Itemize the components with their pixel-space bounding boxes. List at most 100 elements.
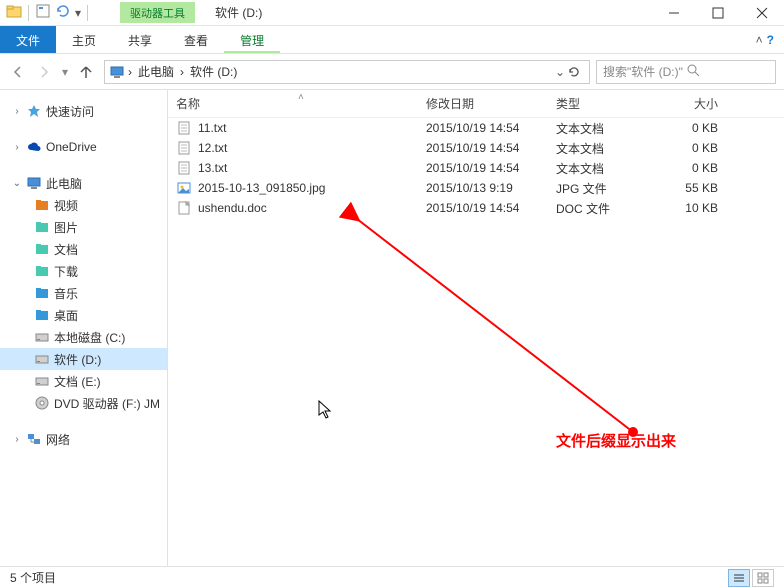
tree-label: 音乐	[54, 285, 78, 302]
qat-properties-icon[interactable]	[35, 3, 51, 22]
tree-child-item[interactable]: 视频	[0, 194, 167, 216]
col-header-date[interactable]: 修改日期	[426, 95, 556, 112]
file-date: 2015/10/13 9:19	[426, 181, 556, 195]
qat-dropdown-icon[interactable]: ▾	[75, 6, 81, 20]
tree-child-item[interactable]: DVD 驱动器 (F:) JM	[0, 392, 167, 414]
tree-network[interactable]: › 网络	[0, 428, 167, 450]
tree-child-item[interactable]: 下载	[0, 260, 167, 282]
tree-label: 视频	[54, 197, 78, 214]
sort-indicator-icon: ˄	[298, 92, 304, 103]
file-icon	[176, 180, 192, 196]
file-row[interactable]: ushendu.doc2015/10/19 14:54DOC 文件10 KB	[168, 198, 784, 218]
tree-label: 本地磁盘 (C:)	[54, 329, 125, 346]
chevron-right-icon[interactable]: ›	[125, 65, 135, 79]
file-name: 12.txt	[198, 141, 227, 155]
ribbon-tab-share[interactable]: 共享	[112, 26, 168, 53]
tree-label: OneDrive	[46, 140, 97, 154]
file-row[interactable]: 2015-10-13_091850.jpg 2015/10/13 9:19JPG …	[168, 178, 784, 198]
help-icon[interactable]: ?	[767, 33, 774, 47]
breadcrumb-dropdown-icon[interactable]: ⌄	[555, 65, 565, 79]
window-title: 软件 (D:)	[215, 4, 262, 21]
nav-up-button[interactable]	[74, 60, 98, 84]
minimize-button[interactable]	[652, 0, 696, 26]
folder-icon	[34, 219, 50, 235]
nav-forward-button[interactable]	[32, 60, 56, 84]
file-name: 11.txt	[198, 121, 226, 135]
tree-this-pc[interactable]: ⌄ 此电脑	[0, 172, 167, 194]
file-size: 0 KB	[656, 161, 728, 175]
tree-onedrive[interactable]: › OneDrive	[0, 136, 167, 158]
expander-icon[interactable]: ›	[12, 434, 22, 445]
refresh-icon[interactable]	[567, 65, 581, 79]
file-name: 13.txt	[198, 161, 227, 175]
file-name: 2015-10-13_091850.jpg	[198, 181, 325, 195]
file-date: 2015/10/19 14:54	[426, 121, 556, 135]
file-size: 10 KB	[656, 201, 728, 215]
tree-child-item[interactable]: 音乐	[0, 282, 167, 304]
file-type: JPG 文件	[556, 180, 656, 197]
col-header-size[interactable]: 大小	[656, 95, 728, 112]
view-thumbnails-button[interactable]	[752, 569, 774, 587]
ribbon-collapse-icon[interactable]: ˄	[756, 33, 763, 47]
tree-child-item[interactable]: 桌面	[0, 304, 167, 326]
folder-icon	[34, 351, 50, 367]
tree-child-item[interactable]: 本地磁盘 (C:)	[0, 326, 167, 348]
breadcrumb[interactable]: › 此电脑 › 软件 (D:) ⌄	[104, 60, 590, 84]
file-size: 55 KB	[656, 181, 728, 195]
file-row[interactable]: 11.txt 2015/10/19 14:54文本文档0 KB	[168, 118, 784, 138]
file-date: 2015/10/19 14:54	[426, 201, 556, 215]
ribbon-tabs: 文件 主页 共享 查看 管理 ˄ ?	[0, 26, 784, 54]
breadcrumb-seg-drive[interactable]: 软件 (D:)	[187, 63, 240, 80]
close-button[interactable]	[740, 0, 784, 26]
qat-redo-icon[interactable]	[55, 3, 71, 22]
annotation-text: 文件后缀显示出来	[556, 430, 676, 451]
breadcrumb-seg-pc[interactable]: 此电脑	[135, 63, 177, 80]
tree-label: 桌面	[54, 307, 78, 324]
tree-label: 此电脑	[46, 175, 82, 192]
file-date: 2015/10/19 14:54	[426, 161, 556, 175]
expander-icon[interactable]: ›	[12, 106, 22, 117]
ribbon-tab-view[interactable]: 查看	[168, 26, 224, 53]
tree-label: 软件 (D:)	[54, 351, 101, 368]
maximize-button[interactable]	[696, 0, 740, 26]
ribbon-tab-manage[interactable]: 管理	[224, 26, 280, 53]
file-row[interactable]: 13.txt 2015/10/19 14:54文本文档0 KB	[168, 158, 784, 178]
folder-icon	[34, 373, 50, 389]
tree-child-item[interactable]: 文档 (E:)	[0, 370, 167, 392]
ribbon-tab-file[interactable]: 文件	[0, 26, 56, 53]
folder-icon	[34, 285, 50, 301]
search-input[interactable]: 搜索"软件 (D:)"	[596, 60, 776, 84]
search-icon	[686, 63, 769, 80]
tree-child-item[interactable]: 文档	[0, 238, 167, 260]
address-bar-row: ▾ › 此电脑 › 软件 (D:) ⌄ 搜索"软件 (D:)"	[0, 54, 784, 90]
tree-child-item[interactable]: 图片	[0, 216, 167, 238]
expander-icon[interactable]: ⌄	[12, 178, 22, 189]
chevron-right-icon[interactable]: ›	[177, 65, 187, 79]
file-type: 文本文档	[556, 140, 656, 157]
tree-label: 文档 (E:)	[54, 373, 101, 390]
file-view: ˄ 名称 修改日期 类型 大小 11.txt2015/10/19 14:54文本…	[168, 90, 784, 566]
tree-quick-access[interactable]: › 快速访问	[0, 100, 167, 122]
nav-back-button[interactable]	[6, 60, 30, 84]
file-type: 文本文档	[556, 160, 656, 177]
nav-recent-dropdown[interactable]: ▾	[58, 60, 72, 84]
file-type: 文本文档	[556, 120, 656, 137]
tree-label: 网络	[46, 431, 70, 448]
context-tab-drive-tools[interactable]: 驱动器工具	[120, 2, 195, 23]
file-row[interactable]: 12.txt2015/10/19 14:54文本文档0 KB	[168, 138, 784, 158]
tree-label: 快速访问	[46, 103, 94, 120]
folder-icon	[34, 395, 50, 411]
file-size: 0 KB	[656, 121, 728, 135]
expander-icon[interactable]: ›	[12, 142, 22, 153]
folder-icon	[6, 3, 22, 22]
ribbon-tab-home[interactable]: 主页	[56, 26, 112, 53]
tree-label: 文档	[54, 241, 78, 258]
file-name: ushendu.doc	[198, 201, 267, 215]
tree-label: DVD 驱动器 (F:) JM	[54, 395, 160, 412]
nav-tree: › 快速访问 › OneDrive ⌄ 此电脑 视频图片文档下载音乐桌面本地磁盘…	[0, 90, 168, 566]
network-icon	[26, 431, 42, 447]
view-details-button[interactable]	[728, 569, 750, 587]
tree-child-item[interactable]: 软件 (D:)	[0, 348, 167, 370]
search-placeholder: 搜索"软件 (D:)"	[603, 63, 686, 80]
col-header-type[interactable]: 类型	[556, 95, 656, 112]
